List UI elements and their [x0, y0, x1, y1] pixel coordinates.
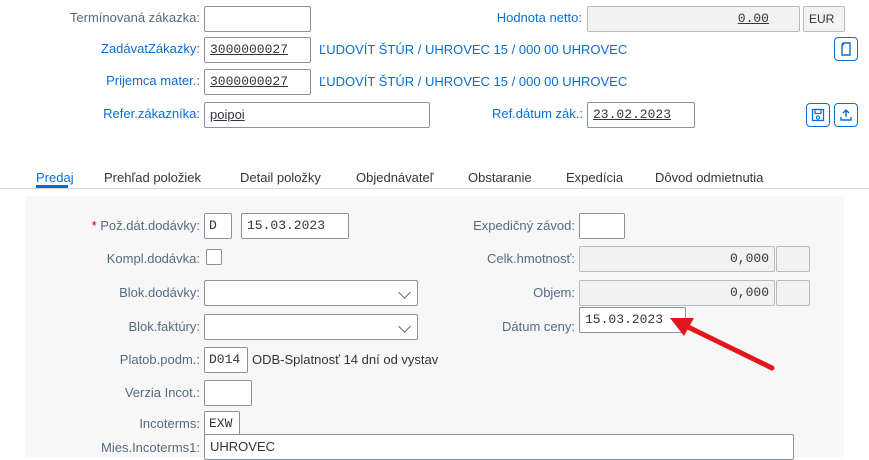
- objem-unit-field: [776, 280, 810, 306]
- prijemca-label[interactable]: Prijemca mater.:: [40, 73, 200, 88]
- tab-prehlad-poloziek[interactable]: Prehľad položiek: [104, 170, 201, 185]
- poz-datum-input[interactable]: 15.03.2023: [241, 213, 349, 239]
- platob-podm-label: Platob.podm.:: [119, 352, 200, 367]
- objem-field: 0,000: [579, 280, 775, 306]
- tab-dovod-odmietnutia[interactable]: Dôvod odmietnutia: [655, 170, 763, 185]
- document-icon[interactable]: [834, 37, 858, 61]
- poz-datum-label-text: Pož.dát.dodávky:: [100, 218, 200, 233]
- platob-podm-description: ODB-Splatnosť 14 dní od vystav: [252, 352, 439, 367]
- expedicny-zavod-label: Expedičný závod:: [473, 218, 575, 233]
- objem-label: Objem:: [533, 285, 575, 300]
- celk-hmotnost-label: Celk.hmotnosť:: [487, 251, 575, 266]
- ref-datum-input[interactable]: 23.02.2023: [587, 102, 695, 128]
- tab-objednavatel[interactable]: Objednávateľ: [356, 170, 434, 185]
- blok-dodavky-select[interactable]: [204, 280, 418, 306]
- tab-predaj[interactable]: Predaj: [36, 170, 74, 185]
- hodnota-netto-label[interactable]: Hodnota netto:: [430, 10, 582, 25]
- refer-zakaznika-label: Refer.zákazníka:: [103, 106, 200, 121]
- verzia-incot-label: Verzia Incot.:: [124, 385, 200, 400]
- tab-bar: Predaj Prehľad položiek Detail položky O…: [0, 160, 869, 189]
- tab-expedicia[interactable]: Expedícia: [566, 170, 623, 185]
- export-icon[interactable]: [834, 103, 858, 127]
- terminovana-input[interactable]: [204, 6, 311, 32]
- kompl-dodavka-checkbox[interactable]: [206, 249, 222, 265]
- tab-obstaranie[interactable]: Obstaranie: [468, 170, 532, 185]
- hmotnost-unit-field: [776, 246, 810, 272]
- prijemca-input[interactable]: 3000000027: [204, 69, 311, 95]
- save-icon[interactable]: [806, 103, 830, 127]
- incoterms-label: Incoterms:: [139, 416, 200, 431]
- active-tab-indicator: [36, 185, 68, 188]
- red-arrow-annotation: [670, 318, 775, 371]
- poz-datum-label: * Pož.dát.dodávky:: [60, 218, 200, 233]
- expedicny-zavod-input[interactable]: [579, 213, 625, 239]
- mies-incoterms1-label: Mies.Incoterms1:: [101, 440, 200, 455]
- currency-field: EUR: [803, 6, 845, 32]
- celk-hmotnost-field: 0,000: [579, 246, 775, 272]
- chevron-down-icon: [398, 286, 411, 299]
- platob-podm-input[interactable]: D014: [204, 347, 248, 373]
- refer-zakaznika-input[interactable]: poipoi: [204, 102, 430, 128]
- poz-datum-type-input[interactable]: D: [204, 213, 232, 239]
- tab-detail-polozky[interactable]: Detail položky: [240, 170, 321, 185]
- verzia-incot-input[interactable]: [204, 380, 252, 406]
- datum-ceny-label: Dátum ceny:: [502, 319, 575, 334]
- blok-faktury-select[interactable]: [204, 314, 418, 340]
- zadavat-input[interactable]: 3000000027: [204, 37, 311, 63]
- prijemca-description: ĽUDOVÍT ŠTÚR / UHROVEC 15 / 000 00 UHROV…: [319, 74, 628, 89]
- ref-datum-label: Ref.dátum zák.:: [491, 106, 583, 121]
- zadavat-label[interactable]: ZadávatZákazky:: [40, 41, 200, 56]
- required-marker: *: [91, 218, 97, 233]
- blok-dodavky-label: Blok.dodávky:: [119, 285, 200, 300]
- terminovana-label: Termínovaná zákazka:: [69, 10, 200, 25]
- chevron-down-icon: [398, 320, 411, 333]
- kompl-dodavka-label: Kompl.dodávka:: [106, 251, 200, 266]
- hodnota-netto-value: 0.00: [737, 11, 769, 26]
- hodnota-netto-field: 0.00: [587, 6, 800, 32]
- mies-incoterms1-input[interactable]: UHROVEC: [204, 434, 794, 460]
- blok-faktury-label: Blok.faktúry:: [128, 319, 200, 334]
- zadavat-description: ĽUDOVÍT ŠTÚR / UHROVEC 15 / 000 00 UHROV…: [319, 42, 628, 57]
